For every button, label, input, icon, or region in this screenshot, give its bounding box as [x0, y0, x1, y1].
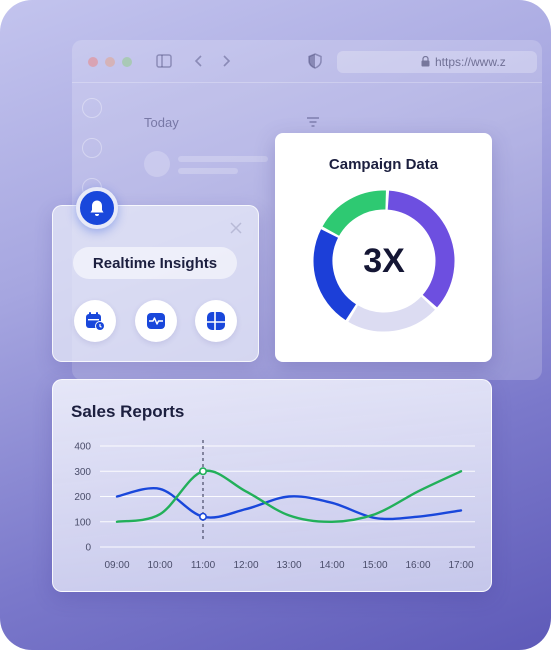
- x-tick-label: 10:00: [147, 560, 172, 571]
- insights-title: Realtime Insights: [73, 247, 237, 279]
- x-tick-label: 13:00: [276, 560, 301, 571]
- sidebar-circle-2[interactable]: [82, 138, 102, 158]
- x-tick-label: 16:00: [405, 560, 430, 571]
- x-tick-label: 09:00: [104, 560, 129, 571]
- x-tick-label: 14:00: [319, 560, 344, 571]
- sidebar-circle-1[interactable]: [82, 98, 102, 118]
- calendar-clock-button[interactable]: [74, 300, 116, 342]
- activity-button[interactable]: [135, 300, 177, 342]
- back-arrow-icon[interactable]: [190, 52, 208, 70]
- grid-layout-icon: [207, 312, 225, 330]
- mail-row-line: [178, 168, 238, 174]
- highlight-point: [199, 512, 208, 521]
- app-background: https://www.z Today Campaign Data 3X Rea…: [0, 0, 551, 650]
- sales-reports-card: Sales Reports 0 100 200 300 400 09:00 10:00 11:…: [52, 379, 492, 592]
- sidebar-toggle-icon[interactable]: [155, 52, 173, 70]
- y-tick-label: 0: [85, 543, 91, 554]
- minimize-window-dot[interactable]: [105, 57, 115, 67]
- x-tick-label: 12:00: [233, 560, 258, 571]
- highlight-point: [199, 467, 208, 476]
- grid-layout-button[interactable]: [195, 300, 237, 342]
- y-tick-label: 300: [74, 467, 91, 478]
- x-tick-label: 15:00: [362, 560, 387, 571]
- url-text: https://www.z: [435, 55, 506, 69]
- browser-toolbar: https://www.z: [72, 40, 542, 83]
- address-bar[interactable]: https://www.z: [337, 51, 537, 73]
- x-tick-label: 11:00: [191, 560, 216, 571]
- forward-arrow-icon[interactable]: [217, 52, 235, 70]
- realtime-insights-card: Realtime Insights: [52, 205, 259, 362]
- y-tick-label: 400: [74, 442, 91, 453]
- shield-icon[interactable]: [306, 52, 324, 70]
- today-label: Today: [144, 115, 179, 130]
- y-tick-label: 100: [74, 517, 91, 528]
- close-window-dot[interactable]: [88, 57, 98, 67]
- lock-icon: [421, 56, 430, 67]
- mail-row-avatar: [144, 151, 170, 177]
- close-icon[interactable]: [230, 222, 242, 234]
- calendar-clock-icon: [86, 312, 105, 331]
- campaign-center-value: 3X: [363, 241, 405, 280]
- mail-row-line: [178, 156, 268, 162]
- sales-line-chart: 0 100 200 300 400 09:00 10:00 11:00 12:00 13:00 14…: [74, 440, 475, 571]
- activity-icon: [147, 313, 165, 329]
- campaign-data-card: Campaign Data 3X: [275, 133, 492, 362]
- filter-icon[interactable]: [306, 116, 320, 128]
- y-tick-label: 200: [74, 492, 91, 503]
- maximize-window-dot[interactable]: [122, 57, 132, 67]
- x-tick-label: 17:00: [448, 560, 473, 571]
- campaign-title: Campaign Data: [328, 156, 439, 173]
- notification-bell-button[interactable]: [76, 187, 118, 229]
- bell-icon: [90, 200, 104, 216]
